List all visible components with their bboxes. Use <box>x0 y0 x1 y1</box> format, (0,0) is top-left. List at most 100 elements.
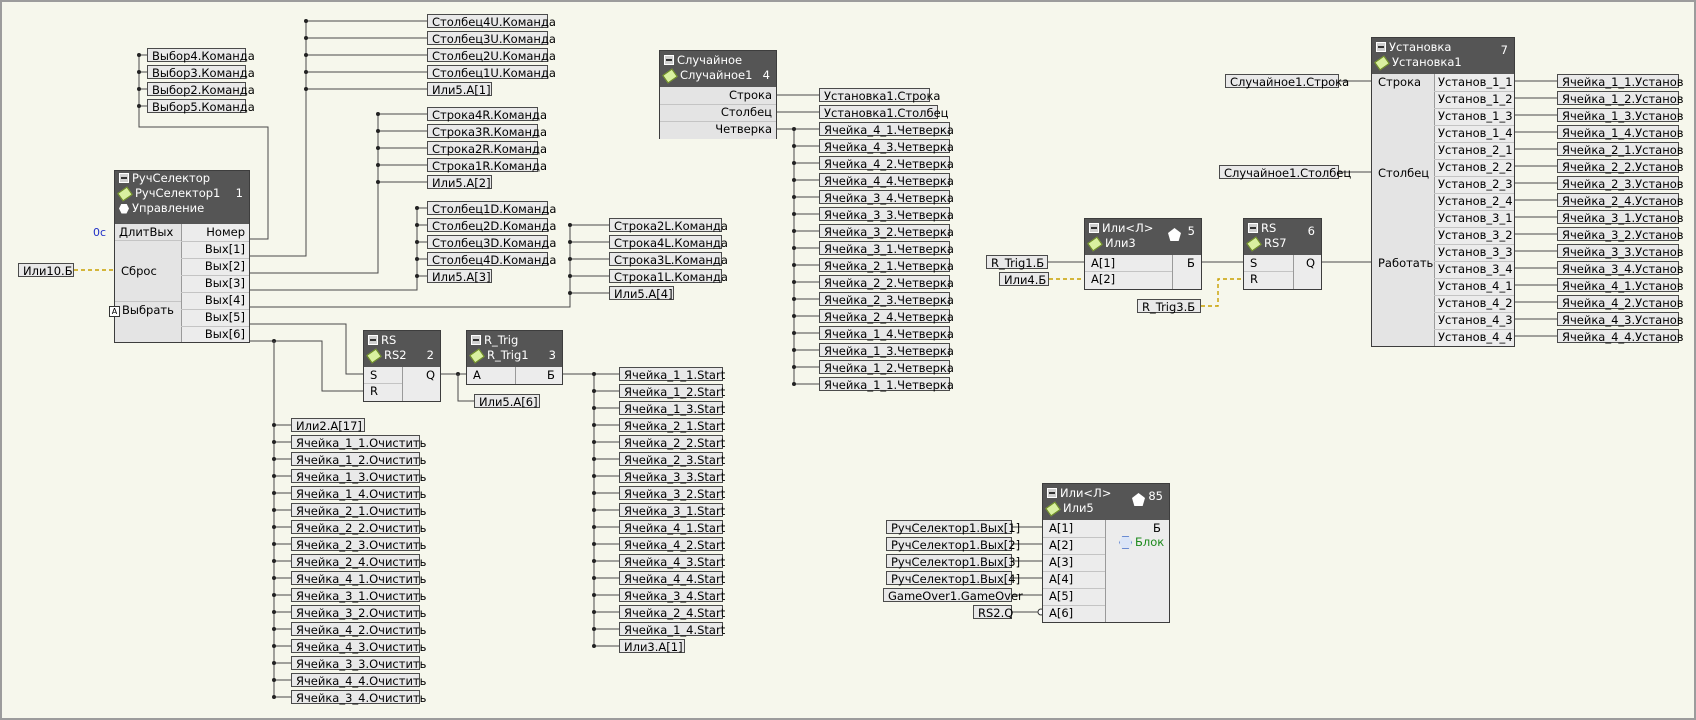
link-label-gameover[interactable]: GameOver1.GameOver <box>883 588 1023 603</box>
start-label[interactable]: Ячейка_3_3.Start <box>619 469 725 484</box>
link-label-rs2q[interactable]: RS2.Q <box>973 605 1013 620</box>
chetverka-label[interactable]: Ячейка_3_2.Четверка <box>819 224 954 239</box>
clear-label[interactable]: Ячейка_4_4.Очистить <box>291 673 426 688</box>
chetverka-label[interactable]: Ячейка_1_2.Четверка <box>819 360 954 375</box>
clear-label[interactable]: Ячейка_4_2.Очистить <box>291 622 426 637</box>
start-label[interactable]: Ячейка_2_4.Start <box>619 605 725 620</box>
start-label[interactable]: Ячейка_4_2.Start <box>619 537 725 552</box>
collapse-icon[interactable] <box>664 54 674 65</box>
link-label-st3d[interactable]: Столбец3D.Команда <box>427 235 556 250</box>
chetverka-label[interactable]: Ячейка_1_4.Четверка <box>819 326 954 341</box>
start-label[interactable]: Ячейка_3_2.Start <box>619 486 725 501</box>
chetverka-label[interactable]: Ячейка_2_1.Четверка <box>819 258 954 273</box>
pin-out[interactable]: Установ_1_3 <box>1438 109 1513 124</box>
link-label-ili3a1[interactable]: Или3.А[1] <box>619 639 685 654</box>
pin-out[interactable]: Установ_4_1 <box>1438 279 1513 294</box>
block-ili5[interactable]: Или<Л> Или5 85 Б Блок А[1] А[2] А[3] А[4] А[5… <box>1042 483 1170 623</box>
link-label-ili5a6[interactable]: Или5.А[6] <box>474 394 540 409</box>
ustanov-label[interactable]: Ячейка_3_4.Установ <box>1557 261 1684 276</box>
link-label-str3l[interactable]: Строка3L.Команда <box>609 252 728 267</box>
pin-out[interactable]: Номер <box>206 225 245 240</box>
link-label-str3r[interactable]: Строка3R.Команда <box>427 124 547 139</box>
ustanov-label[interactable]: Ячейка_4_2.Установ <box>1557 295 1684 310</box>
chetverka-label[interactable]: Ячейка_1_3.Четверка <box>819 343 954 358</box>
block-rs7[interactable]: RS RS7 6 S R Q <box>1243 218 1322 290</box>
chetverka-label[interactable]: Ячейка_3_4.Четверка <box>819 190 954 205</box>
ustanov-label[interactable]: Ячейка_2_4.Установ <box>1557 193 1684 208</box>
pin-q[interactable]: Q <box>1306 256 1315 271</box>
pin-a1[interactable]: А[1] <box>1091 256 1115 271</box>
link-label-rs-vyh1[interactable]: РучСелектор1.Вых[1] <box>886 520 1020 535</box>
ustanov-label[interactable]: Ячейка_1_3.Установ <box>1557 108 1684 123</box>
pin-q[interactable]: Q <box>426 368 435 383</box>
clear-label[interactable]: Ячейка_1_1.Очистить <box>291 435 426 450</box>
start-label[interactable]: Ячейка_2_1.Start <box>619 418 725 433</box>
link-label-vybor5[interactable]: Выбор5.Команда <box>147 99 255 114</box>
pin-sbros[interactable]: Сброс <box>121 264 157 279</box>
pin-out[interactable]: Установ_3_2 <box>1438 228 1513 243</box>
pin-out[interactable]: Установ_3_4 <box>1438 262 1513 277</box>
collapse-icon[interactable] <box>1047 487 1057 498</box>
block-ruch-selector[interactable]: РучСелектор РучСелектор1 1 Управление Дли… <box>109 170 250 343</box>
pin-out[interactable]: Установ_2_3 <box>1438 177 1513 192</box>
chetverka-label[interactable]: Ячейка_4_1.Четверка <box>819 122 954 137</box>
block-rs2[interactable]: RS RS2 2 S R Q <box>363 330 441 402</box>
ustanov-label[interactable]: Ячейка_4_4.Установ <box>1557 329 1684 344</box>
clear-label[interactable]: Ячейка_3_3.Очистить <box>291 656 426 671</box>
pin-in[interactable]: А[4] <box>1049 572 1073 587</box>
link-label-str4r[interactable]: Строка4R.Команда <box>427 107 547 122</box>
ustanov-label[interactable]: Ячейка_3_2.Установ <box>1557 227 1684 242</box>
start-label[interactable]: Ячейка_1_2.Start <box>619 384 725 399</box>
start-label[interactable]: Ячейка_3_1.Start <box>619 503 725 518</box>
ustanov-label[interactable]: Ячейка_4_3.Установ <box>1557 312 1684 327</box>
link-label-st1d[interactable]: Столбец1D.Команда <box>427 201 556 216</box>
pin-stroka[interactable]: Строка <box>729 88 772 103</box>
start-label[interactable]: Ячейка_2_2.Start <box>619 435 725 450</box>
clear-label[interactable]: Ячейка_2_2.Очистить <box>291 520 426 535</box>
clear-label[interactable]: Ячейка_1_4.Очистить <box>291 486 426 501</box>
ustanov-label[interactable]: Ячейка_4_1.Установ <box>1557 278 1684 293</box>
chetverka-label[interactable]: Ячейка_1_1.Четверка <box>819 377 954 392</box>
pin-out[interactable]: Установ_1_1 <box>1438 75 1513 90</box>
chetverka-label[interactable]: Ячейка_2_4.Четверка <box>819 309 954 324</box>
link-label-str2r[interactable]: Строка2R.Команда <box>427 141 547 156</box>
link-label-str2l[interactable]: Строка2L.Команда <box>609 218 728 233</box>
chetverka-label[interactable]: Ячейка_4_4.Четверка <box>819 173 954 188</box>
link-label-rtrig1b[interactable]: R_Trig1.Б <box>986 255 1048 270</box>
pin-a[interactable]: А <box>473 368 481 383</box>
link-label-st3u[interactable]: Столбец3U.Команда <box>427 31 556 46</box>
link-label-ili5a1[interactable]: Или5.А[1] <box>427 82 492 97</box>
pin-out[interactable]: Установ_3_3 <box>1438 245 1513 260</box>
link-label-st4d[interactable]: Столбец4D.Команда <box>427 252 556 267</box>
link-label-str1r[interactable]: Строка1R.Команда <box>427 158 547 173</box>
pin-out[interactable]: Установ_4_2 <box>1438 296 1513 311</box>
start-label[interactable]: Ячейка_4_1.Start <box>619 520 725 535</box>
chetverka-label[interactable]: Ячейка_4_3.Четверка <box>819 139 954 154</box>
link-label-sluch1stlb[interactable]: Случайное1.Столбец <box>1219 165 1351 180</box>
link-label-str1l[interactable]: Строка1L.Команда <box>609 269 728 284</box>
pin-stolbec[interactable]: Столбец <box>1378 166 1429 181</box>
pin-in[interactable]: А[2] <box>1049 538 1073 553</box>
link-label-str4l[interactable]: Строка4L.Команда <box>609 235 728 250</box>
ustanov-label[interactable]: Ячейка_2_1.Установ <box>1557 142 1684 157</box>
link-label-sluch1str[interactable]: Случайное1.Строка <box>1225 74 1349 89</box>
clear-label[interactable]: Ячейка_3_2.Очистить <box>291 605 426 620</box>
link-label-vybor2[interactable]: Выбор2.Команда <box>147 82 255 97</box>
pin-out[interactable]: Установ_1_2 <box>1438 92 1513 107</box>
block-sluchaynoe[interactable]: Случайное Случайное1 4 Строка Столбец Чет… <box>659 50 777 139</box>
pin-b[interactable]: Б <box>547 368 555 383</box>
start-label[interactable]: Ячейка_3_4.Start <box>619 588 725 603</box>
link-label-ili10b[interactable]: Или10.Б <box>18 263 74 278</box>
start-label[interactable]: Ячейка_2_3.Start <box>619 452 725 467</box>
pin-stroka[interactable]: Строка <box>1378 75 1421 90</box>
chetverka-label[interactable]: Ячейка_3_3.Четверка <box>819 207 954 222</box>
clear-label[interactable]: Ячейка_2_4.Очистить <box>291 554 426 569</box>
link-label-ili5a4[interactable]: Или5.А[4] <box>609 286 674 301</box>
ustanov-label[interactable]: Ячейка_1_2.Установ <box>1557 91 1684 106</box>
ustanov-label[interactable]: Ячейка_2_2.Установ <box>1557 159 1684 174</box>
chetverka-label[interactable]: Ячейка_2_3.Четверка <box>819 292 954 307</box>
clear-label[interactable]: Ячейка_3_4.Очистить <box>291 690 426 705</box>
start-label[interactable]: Ячейка_1_1.Start <box>619 367 725 382</box>
pin-out[interactable]: Вых[2] <box>205 259 245 274</box>
pin-in[interactable]: А[3] <box>1049 555 1073 570</box>
